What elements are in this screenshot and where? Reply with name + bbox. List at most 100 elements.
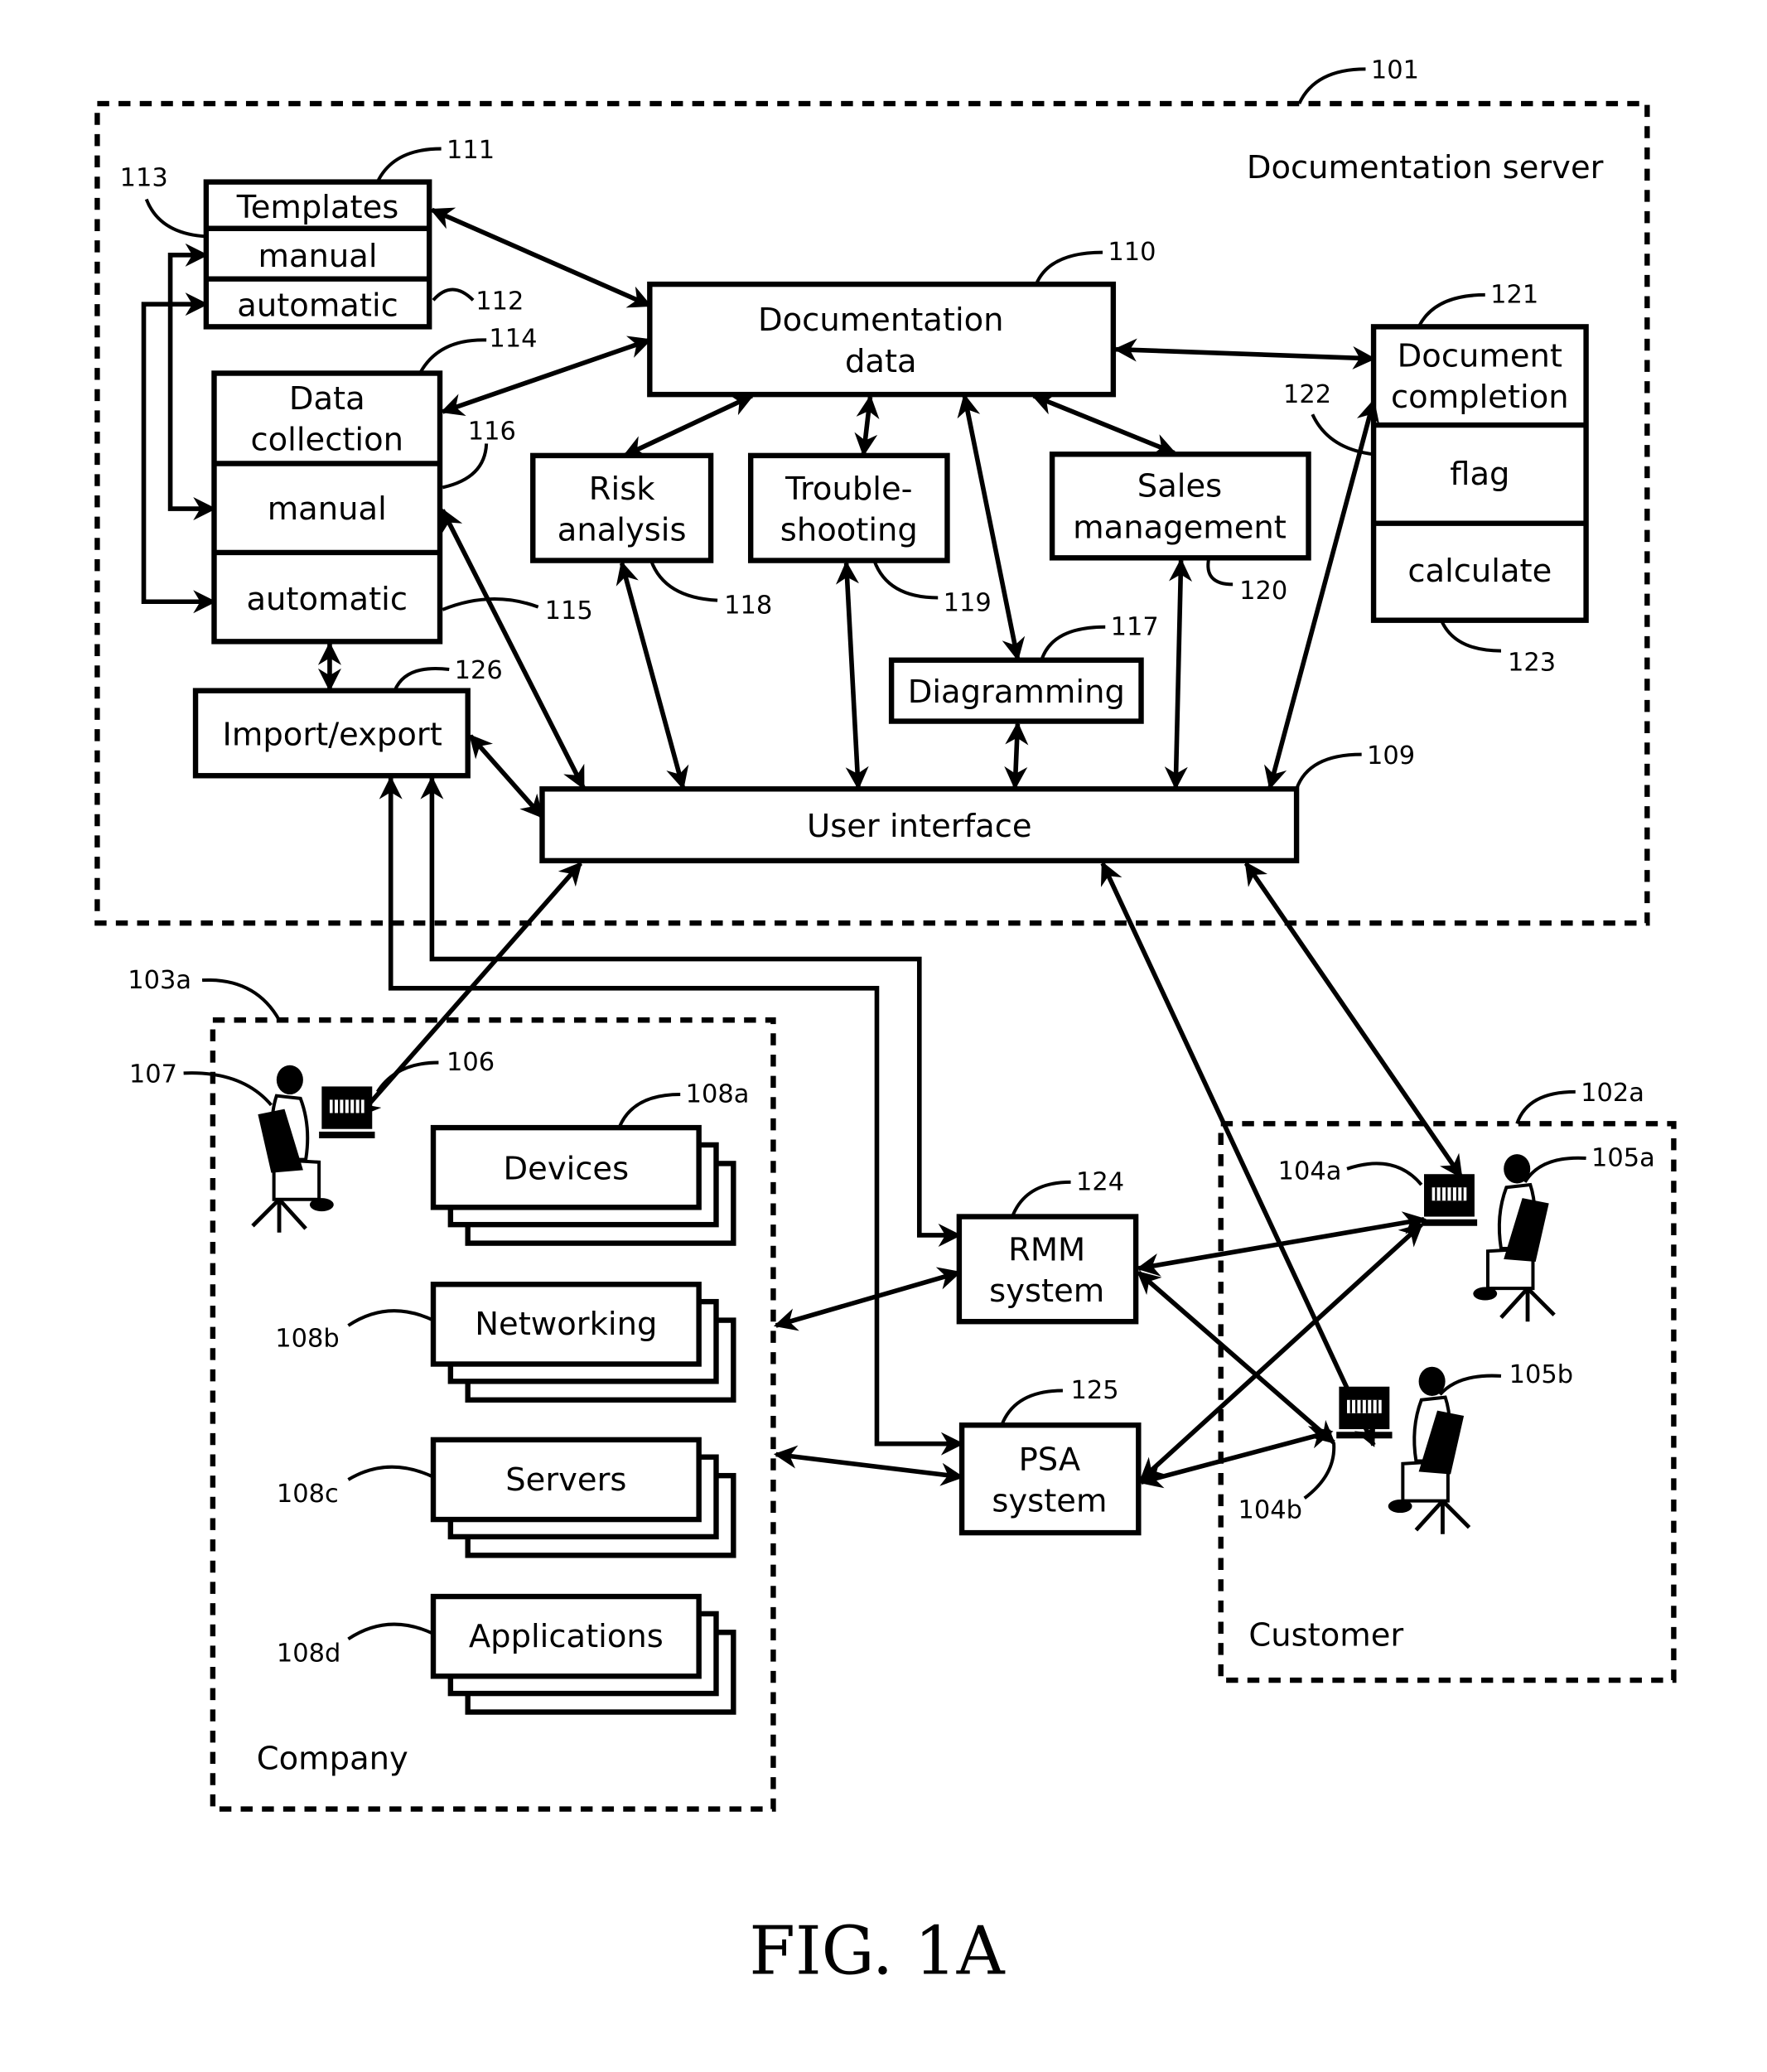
stack-applications[interactable]: Applications	[430, 1593, 736, 1715]
diagramming-ref: 117	[1111, 612, 1159, 641]
import-export-label: Import/export	[223, 716, 442, 753]
templates-ref: 111	[447, 136, 495, 165]
doc-completion-calculate: calculate	[1407, 553, 1552, 590]
user-interface-label: User interface	[807, 808, 1031, 845]
loop-automatic-connector	[141, 292, 217, 614]
stack-servers-label: Servers	[505, 1461, 626, 1499]
diagramming-block[interactable]: Diagramming	[888, 657, 1144, 724]
server-ref: 101	[1371, 56, 1419, 85]
templates-title: Templates	[236, 189, 399, 226]
templates-manual-ref: 113	[120, 163, 168, 192]
company-user-leader	[183, 1071, 273, 1107]
doc-completion-calc-leader	[1440, 619, 1501, 653]
risk-analysis-block[interactable]: Risk analysis	[530, 452, 714, 563]
doc-completion-flag-ref: 122	[1283, 380, 1331, 409]
user-a-leader	[1523, 1156, 1586, 1183]
data-collection-auto-ref: 115	[545, 596, 593, 625]
trouble-line-2: shooting	[780, 512, 918, 549]
sales-ref: 120	[1239, 577, 1287, 606]
company-computer-icon	[317, 1085, 376, 1140]
data-collection-block[interactable]: Data collection manual automatic	[211, 370, 443, 645]
stack-networking-label: Networking	[475, 1306, 657, 1343]
customer-user-a-ref: 105a	[1591, 1144, 1655, 1173]
rmm-line-2: system	[989, 1273, 1104, 1310]
data-collection-automatic: automatic	[246, 581, 408, 618]
customer-computer-a-ref: 104a	[1278, 1157, 1342, 1186]
data-collection-manual: manual	[268, 490, 387, 528]
doc-completion-line-2: completion	[1391, 379, 1569, 416]
stack-servers-ref: 108c	[277, 1480, 339, 1509]
server-label: Documentation server	[1247, 149, 1604, 186]
doc-data-ref: 110	[1108, 238, 1156, 267]
data-collection-ref: 114	[489, 324, 537, 353]
documentation-data-block[interactable]: Documentation data	[647, 281, 1117, 398]
stack-networking-ref: 108b	[275, 1325, 339, 1354]
psa-ref: 125	[1071, 1376, 1119, 1405]
diagramming-label: Diagramming	[908, 674, 1125, 711]
user-interface-block[interactable]: User interface	[539, 786, 1300, 864]
templates-automatic: automatic	[237, 287, 398, 325]
computer-a-leader	[1346, 1162, 1423, 1186]
risk-line-1: Risk	[589, 471, 655, 508]
risk-ref: 118	[724, 592, 772, 621]
doc-completion-ref-leader	[1417, 292, 1485, 328]
templates-ref-leader	[375, 147, 442, 183]
doc-completion-ref: 121	[1490, 281, 1538, 310]
templates-auto-ref: 112	[476, 287, 524, 316]
sales-management-block[interactable]: Sales management	[1049, 452, 1311, 561]
doc-data-ref-leader	[1035, 250, 1103, 285]
applications-ref-leader	[347, 1622, 434, 1641]
data-collection-manual-leader	[442, 443, 489, 490]
import-export-ref-leader	[393, 666, 450, 692]
data-collection-manual-ref: 116	[468, 418, 516, 447]
customer-ref: 102a	[1581, 1079, 1644, 1108]
rmm-system-block[interactable]: RMM system	[956, 1214, 1139, 1325]
doc-data-line-2: data	[845, 343, 917, 380]
stack-networking[interactable]: Networking	[430, 1282, 736, 1403]
data-collection-ref-leader	[418, 338, 487, 374]
devices-ref-leader	[617, 1093, 681, 1128]
doc-completion-flag: flag	[1450, 456, 1509, 493]
company-ref: 103a	[128, 966, 191, 995]
customer-computer-b-icon	[1335, 1385, 1393, 1440]
stack-devices[interactable]: Devices	[430, 1124, 736, 1246]
customer-computer-b-ref: 104b	[1238, 1495, 1302, 1524]
stack-applications-label: Applications	[469, 1618, 664, 1655]
customer-ref-leader	[1515, 1089, 1576, 1124]
doc-completion-line-1: Document	[1398, 337, 1562, 374]
computer-b-leader	[1303, 1442, 1336, 1500]
company-computer-ref: 106	[447, 1048, 495, 1077]
company-label: Company	[257, 1740, 408, 1777]
figure-caption: FIG. 1A	[749, 1912, 1005, 1989]
psa-line-1: PSA	[1019, 1442, 1081, 1479]
psa-system-block[interactable]: PSA system	[958, 1422, 1142, 1536]
customer-label: Customer	[1248, 1616, 1403, 1654]
import-export-block[interactable]: Import/export	[192, 688, 471, 779]
rmm-ref-leader	[1011, 1180, 1071, 1218]
customer-computer-a-icon	[1420, 1173, 1479, 1227]
servers-ref-leader	[347, 1465, 434, 1481]
data-collection-title-1: Data	[289, 380, 365, 418]
doc-data-line-1: Documentation	[758, 302, 1004, 339]
system-diagram: Documentation server 101 Templates manua…	[94, 56, 1677, 1989]
data-collection-title-2: collection	[250, 421, 403, 458]
import-export-ref: 126	[455, 656, 503, 685]
trouble-line-1: Trouble-	[785, 471, 912, 508]
templates-manual-leader	[144, 198, 206, 239]
user-interface-ref-leader	[1295, 752, 1362, 790]
templates-manual: manual	[258, 238, 377, 275]
stack-devices-ref: 108a	[686, 1080, 750, 1109]
document-completion-block[interactable]: Document completion flag calculate	[1370, 324, 1589, 623]
company-ref-leader	[201, 978, 281, 1022]
networking-ref-leader	[347, 1309, 434, 1327]
templates-auto-leader	[432, 287, 475, 302]
customer-user-a-figure	[1473, 1154, 1554, 1321]
risk-line-2: analysis	[558, 512, 687, 549]
stack-servers[interactable]: Servers	[430, 1437, 736, 1558]
customer-user-b-figure	[1388, 1367, 1470, 1534]
customer-region: Customer 102a 104a 105a 104b 105b	[1218, 1079, 1677, 1683]
troubleshooting-block[interactable]: Trouble- shooting	[747, 452, 950, 563]
user-b-leader	[1438, 1374, 1502, 1396]
rmm-line-1: RMM	[1008, 1231, 1085, 1268]
templates-block[interactable]: Templates manual automatic	[203, 179, 432, 330]
